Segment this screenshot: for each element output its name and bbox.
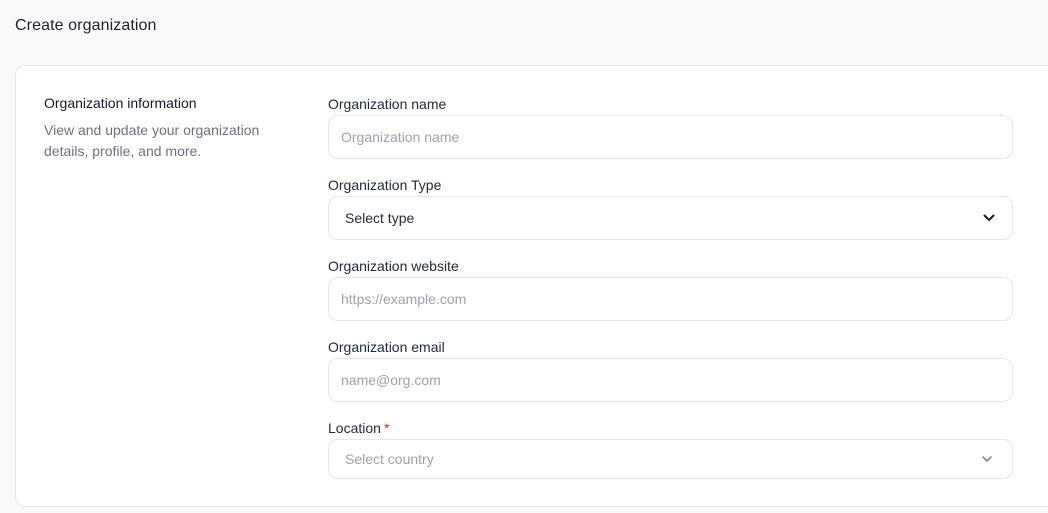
location-label: Location — [328, 420, 381, 436]
organization-website-label: Organization website — [328, 258, 459, 274]
organization-email-label: Organization email — [328, 339, 445, 355]
organization-type-value: Select type — [345, 210, 415, 226]
chevron-down-icon — [980, 452, 994, 466]
location-placeholder: Select country — [345, 451, 434, 467]
chevron-down-icon — [982, 211, 996, 225]
organization-type-label: Organization Type — [328, 177, 442, 193]
organization-email-field[interactable] — [328, 358, 1013, 402]
required-marker: * — [383, 420, 390, 436]
organization-form-card: Organization information View and update… — [15, 65, 1048, 507]
page-title: Create organization — [15, 17, 157, 34]
organization-email-input[interactable] — [329, 359, 1012, 401]
section-title: Organization information — [44, 95, 197, 111]
organization-name-input[interactable] — [329, 116, 1012, 158]
organization-name-field[interactable] — [328, 115, 1013, 159]
location-label-row: Location * — [328, 420, 389, 436]
organization-website-field[interactable] — [328, 277, 1013, 321]
organization-type-select[interactable]: Select type — [328, 196, 1013, 240]
location-select[interactable]: Select country — [328, 439, 1013, 479]
organization-website-input[interactable] — [329, 278, 1012, 320]
section-description: View and update your organization detail… — [44, 122, 260, 159]
organization-name-label: Organization name — [328, 96, 447, 112]
